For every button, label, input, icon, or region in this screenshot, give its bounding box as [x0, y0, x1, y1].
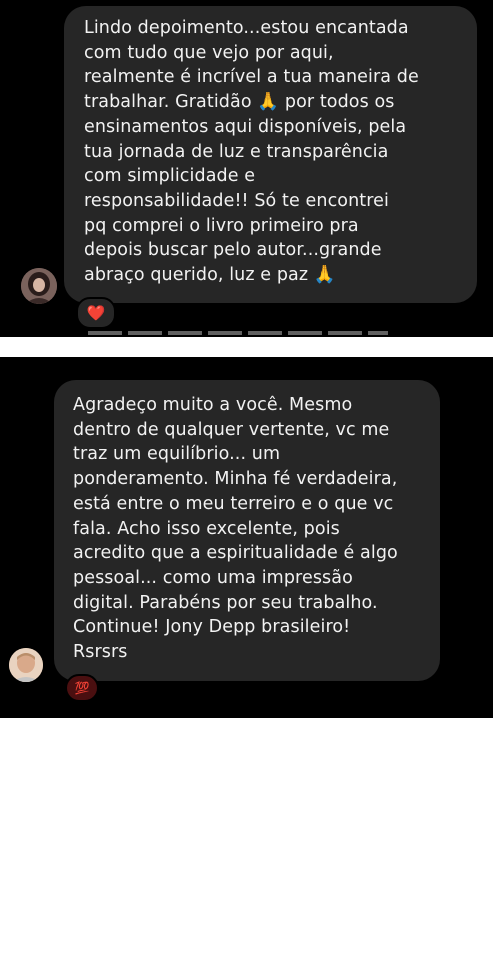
comment-panel-1: Lindo depoimento...estou encantada com t… [0, 0, 493, 337]
message-line: com tudo que vejo por aqui, [84, 42, 334, 63]
message-line: Lindo depoimento...estou encantada [84, 18, 409, 38]
comment-panel-2: Agradeço muito a você. Mesmo dentro de q… [0, 357, 493, 718]
message-line: realmente é incrível a tua maneira de [84, 67, 419, 88]
hundred-points-reaction-icon[interactable]: 💯 [65, 674, 99, 702]
message-line: responsabilidade!! Só te encontrei [84, 190, 389, 211]
message-line: fala. Acho isso excelente, pois [73, 518, 340, 539]
cropped-text-line [88, 331, 388, 335]
message-line: Continue! Jony Depp brasileiro! [73, 617, 351, 638]
message-line: depois buscar pelo autor...grande [84, 240, 382, 261]
message-line: está entre o meu terreiro e o que vc [73, 493, 394, 514]
message-line: digital. Parabéns por seu trabalho. [73, 592, 378, 613]
message-line: trabalhar. Gratidão 🙏 por todos os [84, 92, 395, 113]
message-line: pq comprei o livro primeiro pra [84, 215, 359, 236]
user-avatar-icon[interactable] [21, 268, 57, 304]
message-bubble[interactable]: Lindo depoimento...estou encantada com t… [64, 6, 477, 303]
message-line: tua jornada de luz e transparência [84, 141, 389, 162]
message-bubble[interactable]: Agradeço muito a você. Mesmo dentro de q… [54, 380, 440, 681]
message-line: pessoal... como uma impressão [73, 567, 353, 588]
message-line: traz um equilíbrio... um [73, 444, 281, 465]
message-line: Agradeço muito a você. Mesmo [73, 395, 353, 415]
message-line: Rsrsrs [73, 642, 128, 663]
message-line: ensinamentos aqui disponíveis, pela [84, 116, 407, 137]
user-avatar-icon[interactable] [9, 648, 43, 682]
message-line: ponderamento. Minha fé verdadeira, [73, 469, 398, 490]
message-line: com simplicidade e [84, 166, 256, 187]
message-line: dentro de qualquer vertente, vc me [73, 419, 390, 440]
heart-reaction-icon[interactable]: ❤️ [76, 297, 116, 329]
message-line: abraço querido, luz e paz 🙏 [84, 265, 336, 286]
message-line: acredito que a espiritualidade é algo [73, 543, 398, 564]
